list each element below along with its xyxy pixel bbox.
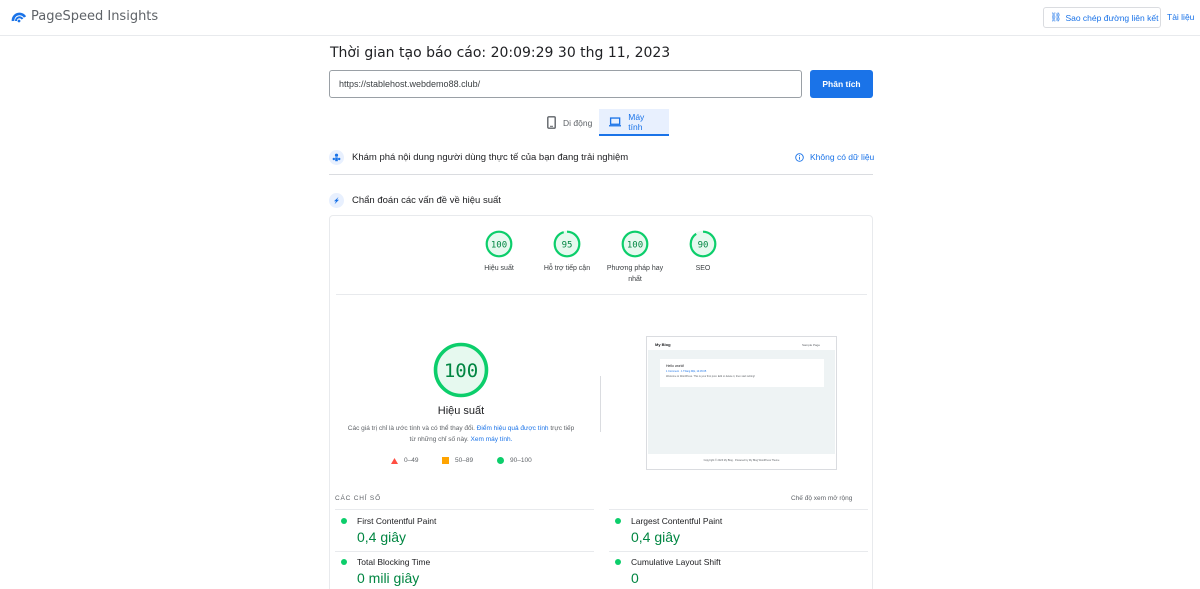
score-ring-performance: 100 [485,230,513,258]
score-label-seo: SEO [695,265,711,272]
thumb-body: Hello world! 1 Comment · 1 Tháng Một, 14… [648,350,835,454]
thumb-post: Hello world! 1 Comment · 1 Tháng Một, 14… [660,359,824,387]
card-divider [336,294,867,295]
docs-link[interactable]: Tài liệu [1167,12,1194,22]
score-calculation-link[interactable]: Điểm hiệu quả được tính [477,425,549,432]
metric-divider [335,509,594,510]
legend-pass-label: 90–100 [510,457,532,464]
thumb-footer: Copyright © 2023 My Blog · Powered by My… [703,459,780,462]
thumb-site-title: My Blog [655,342,671,347]
tab-mobile-label: Di động [563,117,593,128]
vertical-divider [600,376,601,432]
score-label-performance: Hiệu suất [484,265,514,272]
note-prefix: Các giá trị chỉ là ước tính và có thể th… [347,425,475,432]
metrics-title: CÁC CHỈ SỐ [335,495,381,502]
link-icon: ⛓ [1050,12,1062,22]
square-icon [442,457,449,464]
pass-dot-icon [341,559,347,565]
score-value-best-practices: 100 [627,240,643,250]
page-screenshot-thumbnail: My Blog Sample Page Hello world! 1 Comme… [646,336,837,470]
no-data-label: Không có dữ liệu [810,152,875,162]
metric-divider [609,551,868,552]
info-icon [795,152,804,162]
top-bar: PageSpeed Insights ⛓ Sao chép đường liên… [0,0,1200,36]
report-time: Thời gian tạo báo cáo: 20:09:29 30 thg 1… [330,45,671,61]
expand-view-toggle[interactable]: Chế độ xem mở rộng [791,495,852,502]
field-data-label: Khám phá nội dung người dùng thực tế của… [352,151,629,163]
score-value-performance: 100 [491,240,507,250]
diagnose-label: Chẩn đoán các vấn đề về hiệu suất [352,194,501,206]
legend-fail: 0–49 [391,457,418,464]
score-label-accessibility: Hỗ trợ tiếp cận [543,265,591,272]
diagnose-section: Chẩn đoán các vấn đề về hiệu suất [329,192,873,208]
flash-icon [329,192,344,208]
copy-link-button[interactable]: ⛓ Sao chép đường liên kết [1043,7,1161,28]
tab-desktop-label: Máy tính [628,111,645,132]
legend-fail-label: 0–49 [404,457,419,464]
score-label-best-practices: Phương pháp hay nhất [606,265,664,283]
phone-icon [547,116,556,129]
calculator-link[interactable]: Xem máy tính. [471,436,513,443]
metric-divider [609,509,868,510]
brand-name[interactable]: PageSpeed Insights [31,9,158,24]
tab-desktop[interactable]: Máy tính [599,109,669,136]
no-data-link[interactable]: Không có dữ liệu [795,152,874,162]
score-value-seo: 90 [698,240,709,250]
section-divider [329,174,873,175]
score-ring-best-practices: 100 [621,230,649,258]
metric-name: Cumulative Layout Shift [631,557,721,567]
metric-name: Total Blocking Time [357,557,431,567]
score-ring-accessibility: 95 [553,230,581,258]
performance-score-gauge: 100 [433,342,489,398]
score-ring-seo: 90 [689,230,717,258]
metric-value: 0,4 giây [631,529,681,545]
metric-value: 0 [631,570,639,586]
performance-score-value: 100 [444,360,478,382]
metric-value: 0 mili giây [357,570,420,586]
legend-average-label: 50–89 [455,457,474,464]
performance-note: Các giá trị chỉ là ước tính và có thể th… [346,423,576,445]
metric-name: First Contentful Paint [357,516,437,526]
metric-divider [335,551,594,552]
pass-dot-icon [341,518,347,524]
users-icon [329,149,344,165]
triangle-icon [391,457,398,464]
legend-pass: 90–100 [497,457,532,464]
thumb-post-title: Hello world! [666,364,685,368]
circle-icon [497,457,504,464]
metric-value: 0,4 giây [357,529,407,545]
performance-title: Hiệu suất [437,405,485,417]
tab-mobile[interactable]: Di động [537,109,602,136]
copy-link-label: Sao chép đường liên kết [1065,12,1159,23]
pass-dot-icon [615,559,621,565]
thumb-post-meta: 1 Comment · 1 Tháng Một, 14:45:05 [666,370,707,373]
metric-name: Largest Contentful Paint [631,516,723,526]
url-input[interactable] [329,70,802,98]
score-value-accessibility: 95 [562,240,573,250]
legend-average: 50–89 [442,457,473,464]
pass-dot-icon [615,518,621,524]
laptop-icon [609,116,622,126]
analyze-button[interactable]: Phân tích [810,70,873,98]
pagespeed-logo-icon [11,12,27,23]
field-data-section: Khám phá nội dung người dùng thực tế của… [329,149,873,165]
thumb-nav: Sample Page [801,343,820,347]
thumb-post-text: Welcome to WordPress. This is your first… [666,375,755,378]
